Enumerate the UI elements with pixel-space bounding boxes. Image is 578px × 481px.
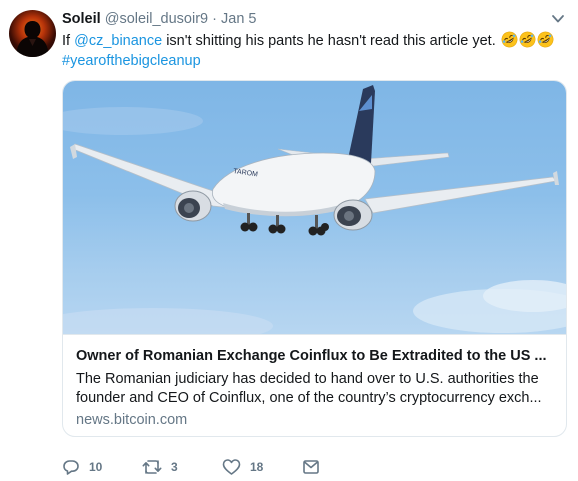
- rolling-on-floor-laughing-emoji: [519, 31, 536, 48]
- hashtag-link[interactable]: #yearofthebigcleanup: [62, 53, 201, 69]
- direct-message-button[interactable]: [302, 457, 320, 477]
- tweet-text-prefix: If: [62, 33, 75, 49]
- card-domain: news.bitcoin.com: [76, 412, 188, 428]
- reply-icon: [63, 460, 79, 475]
- avatar-silhouette-icon: [16, 21, 49, 57]
- retweet-icon: [142, 460, 162, 474]
- retweet-button[interactable]: 3: [142, 457, 178, 477]
- tweet-text: If @cz_binance isn't shitting his pants …: [62, 31, 562, 71]
- author-name[interactable]: Soleil: [62, 11, 101, 27]
- tweet-date[interactable]: Jan 5: [221, 11, 256, 27]
- airplane-photo: TAROM: [63, 85, 566, 334]
- rolling-on-floor-laughing-emoji: [537, 31, 554, 48]
- mention-link[interactable]: @cz_binance: [74, 33, 162, 49]
- rolling-on-floor-laughing-emoji: [501, 31, 518, 48]
- like-count: 18: [250, 460, 264, 474]
- card-title[interactable]: Owner of Romanian Exchange Coinflux to B…: [76, 347, 556, 365]
- retweet-count: 3: [171, 460, 178, 474]
- link-card[interactable]: TAROM Owner of Romanian Exchange Coinflu…: [62, 80, 567, 437]
- envelope-icon: [303, 460, 319, 474]
- card-image[interactable]: TAROM: [63, 81, 566, 334]
- tweet-header: Soleil @soleil_dusoir9 · Jan 5: [62, 10, 257, 28]
- card-body: Owner of Romanian Exchange Coinflux to B…: [63, 334, 566, 436]
- avatar[interactable]: [9, 10, 56, 57]
- card-description: The Romanian judiciary has decided to ha…: [76, 371, 542, 406]
- chevron-down-icon[interactable]: [550, 13, 566, 25]
- reply-button[interactable]: 10: [62, 457, 102, 477]
- header-separator: ·: [212, 11, 217, 27]
- like-button[interactable]: 18: [222, 457, 263, 477]
- heart-icon: [222, 459, 241, 475]
- reply-count: 10: [89, 460, 103, 474]
- author-handle[interactable]: @soleil_dusoir9: [105, 11, 208, 27]
- tweet-text-body: isn't shitting his pants he hasn't read …: [162, 33, 496, 49]
